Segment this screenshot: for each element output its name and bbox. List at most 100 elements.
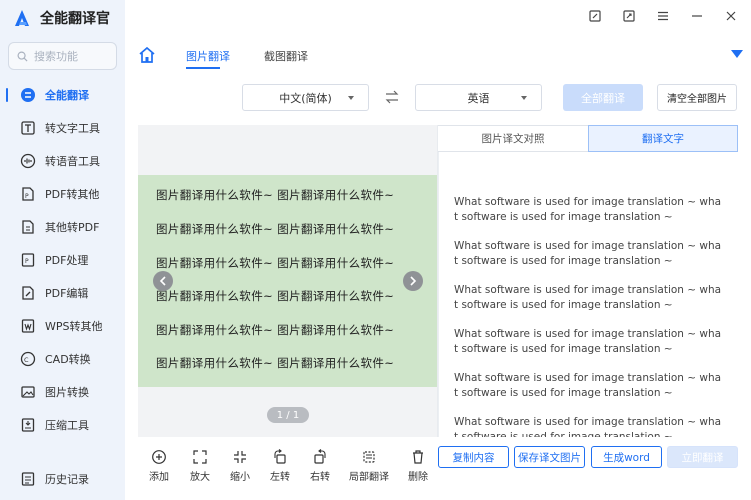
compress-icon — [20, 417, 36, 433]
svg-text:P: P — [25, 258, 29, 265]
tool-label: 删除 — [408, 472, 428, 483]
minimize-icon[interactable] — [689, 8, 705, 24]
fullscreen-icon[interactable] — [621, 8, 637, 24]
search-input[interactable] — [34, 49, 104, 63]
home-icon[interactable] — [138, 46, 156, 64]
tool-label: 右转 — [310, 472, 330, 483]
sidebar-nav: 全能翻译 转文字工具 转语音工具 P PDF转其他 其他转PDF P PDF处理… — [0, 78, 125, 441]
tool-label: 局部翻译 — [349, 472, 389, 483]
source-language-value: 中文(简体) — [279, 91, 332, 105]
tab-translated-text[interactable]: 翻译文字 — [588, 125, 738, 152]
image-text-line: 图片翻译用什么软件~ 图片翻译用什么软件~ — [156, 323, 395, 337]
partial-translate-button[interactable]: 局部翻译 — [349, 449, 389, 483]
svg-text:P: P — [25, 193, 29, 200]
rotate-right-icon — [314, 449, 326, 464]
translation-paragraph: What software is used for image translat… — [454, 372, 722, 399]
add-icon — [152, 450, 166, 464]
sidebar-item-all-translate[interactable]: 全能翻译 — [0, 78, 125, 111]
sidebar: 全能翻译官 全能翻译 转文字工具 转语音工具 — [0, 0, 125, 500]
close-icon[interactable] — [723, 8, 739, 24]
tab-image-translate[interactable]: 图片翻译 — [186, 48, 230, 64]
tool-label: 添加 — [149, 472, 169, 483]
rotate-left-button[interactable]: 左转 — [265, 449, 295, 483]
translate-icon — [20, 87, 36, 103]
tool-label: 缩小 — [230, 472, 250, 483]
sidebar-item-label: CAD转换 — [45, 352, 91, 366]
app-title: 全能翻译官 — [40, 11, 110, 27]
collapse-triangle-icon[interactable] — [731, 50, 743, 58]
generate-word-button[interactable]: 生成word — [591, 446, 662, 468]
app-logo-icon — [15, 10, 29, 26]
translation-paragraph: What software is used for image translat… — [454, 240, 722, 267]
chevron-left-icon — [159, 276, 166, 286]
translation-result-panel: What software is used for image translat… — [438, 152, 738, 437]
sidebar-item-compress[interactable]: 压缩工具 — [0, 408, 125, 441]
sidebar-item-label: 图片转换 — [45, 385, 89, 399]
tab-image-translation-compare[interactable]: 图片译文对照 — [438, 125, 588, 152]
history-icon — [20, 471, 36, 487]
sidebar-item-voice-tool[interactable]: 转语音工具 — [0, 144, 125, 177]
sidebar-item-label: WPS转其他 — [45, 319, 103, 333]
image-text-line: 图片翻译用什么软件~ 图片翻译用什么软件~ — [156, 356, 395, 370]
app-brand: 全能翻译官 — [12, 8, 110, 28]
menu-icon[interactable] — [655, 8, 671, 24]
sidebar-item-label: 压缩工具 — [45, 418, 89, 432]
sidebar-item-image-convert[interactable]: 图片转换 — [0, 375, 125, 408]
zoom-in-button[interactable]: 放大 — [185, 449, 215, 483]
chevron-right-icon — [410, 276, 417, 286]
tool-label: 左转 — [270, 472, 290, 483]
source-image: 图片翻译用什么软件~ 图片翻译用什么软件~ 图片翻译用什么软件~ 图片翻译用什么… — [138, 175, 438, 387]
sidebar-item-label: 其他转PDF — [45, 220, 100, 234]
sidebar-item-history[interactable]: 历史记录 — [0, 462, 89, 495]
search-box[interactable] — [8, 42, 117, 70]
rotate-right-button[interactable]: 右转 — [305, 449, 335, 483]
tool-label: 放大 — [190, 472, 210, 483]
pdf-convert-icon: P — [20, 186, 36, 202]
clear-all-images-button[interactable]: 清空全部图片 — [657, 84, 737, 111]
text-tool-icon — [20, 120, 36, 136]
save-translated-image-button[interactable]: 保存译文图片 — [514, 446, 585, 468]
to-pdf-icon — [20, 219, 36, 235]
feedback-icon[interactable] — [587, 8, 603, 24]
copy-content-button[interactable]: 复制内容 — [438, 446, 509, 468]
image-convert-icon — [20, 384, 36, 400]
sidebar-item-label: 转语音工具 — [45, 154, 100, 168]
translate-all-button[interactable]: 全部翻译 — [563, 84, 643, 111]
zoom-out-icon — [234, 451, 246, 463]
sidebar-item-other-to-pdf[interactable]: 其他转PDF — [0, 210, 125, 243]
sidebar-item-label: 转文字工具 — [45, 121, 100, 135]
zoom-in-icon — [193, 450, 207, 464]
sidebar-item-label: 历史记录 — [45, 472, 89, 486]
swap-languages-icon[interactable] — [384, 89, 400, 105]
image-text-line: 图片翻译用什么软件~ 图片翻译用什么软件~ — [156, 222, 395, 236]
cad-icon: C — [20, 351, 36, 367]
svg-text:C: C — [24, 356, 29, 364]
image-text-line: 图片翻译用什么软件~ 图片翻译用什么软件~ — [156, 256, 395, 270]
sidebar-item-label: PDF编辑 — [45, 286, 89, 300]
image-text-line: 图片翻译用什么软件~ 图片翻译用什么软件~ — [156, 188, 395, 202]
search-icon — [17, 51, 28, 62]
translation-paragraph: What software is used for image translat… — [454, 328, 722, 355]
pdf-process-icon: P — [20, 252, 36, 268]
sidebar-item-text-tool[interactable]: 转文字工具 — [0, 111, 125, 144]
add-button[interactable]: 添加 — [144, 449, 174, 483]
chevron-down-icon — [521, 96, 527, 100]
sidebar-item-pdf-process[interactable]: P PDF处理 — [0, 243, 125, 276]
tab-screenshot-translate[interactable]: 截图翻译 — [264, 48, 308, 64]
translation-paragraph: What software is used for image translat… — [454, 284, 722, 311]
delete-button[interactable]: 删除 — [403, 449, 433, 483]
source-language-select[interactable]: 中文(简体) — [242, 84, 369, 111]
image-preview-area: 图片翻译用什么软件~ 图片翻译用什么软件~ 图片翻译用什么软件~ 图片翻译用什么… — [138, 125, 438, 437]
sidebar-item-pdf-edit[interactable]: PDF编辑 — [0, 276, 125, 309]
translate-now-button[interactable]: 立即翻译 — [667, 446, 738, 468]
chevron-down-icon — [348, 96, 354, 100]
partial-translate-icon — [363, 451, 375, 463]
zoom-out-button[interactable]: 缩小 — [225, 449, 255, 483]
sidebar-item-pdf-to-other[interactable]: P PDF转其他 — [0, 177, 125, 210]
sidebar-item-wps-to-other[interactable]: WPS转其他 — [0, 309, 125, 342]
target-language-select[interactable]: 英语 — [415, 84, 542, 111]
previous-image-button[interactable] — [153, 271, 173, 291]
image-text-line: 图片翻译用什么软件~ 图片翻译用什么软件~ — [156, 289, 395, 303]
sidebar-item-cad-convert[interactable]: C CAD转换 — [0, 342, 125, 375]
next-image-button[interactable] — [403, 271, 423, 291]
